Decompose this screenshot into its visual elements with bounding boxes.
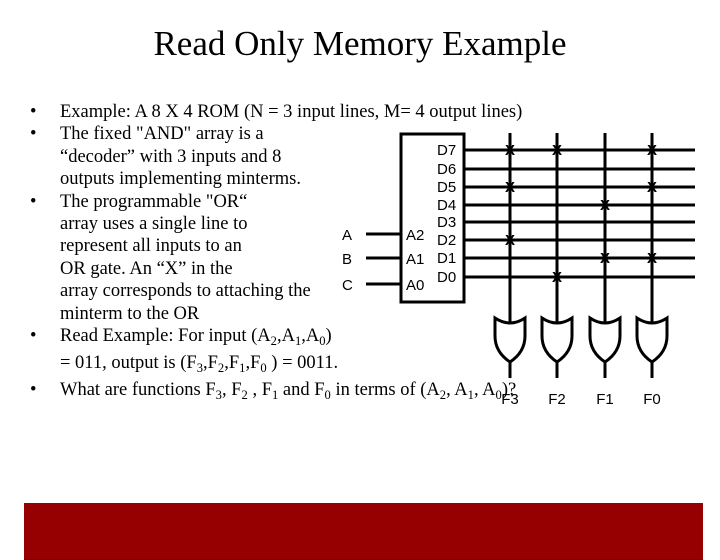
input-label-b: B [342,251,352,268]
output-label-f3: F3 [501,391,519,408]
connection-x-f1-d4: X [600,197,610,214]
output-label-f1: F1 [596,391,614,408]
or-gate-f2 [540,315,574,364]
decoder-input-label-a2: A2 [406,227,424,244]
decoder-input-label-a1: A1 [406,251,424,268]
connection-x-f3-d5: X [505,179,515,196]
connection-x-f0-d5: X [647,179,657,196]
decoder-output-label-d2: D2 [437,232,456,249]
decoder-output-label-d5: D5 [437,179,456,196]
connection-x-f1-d1: X [600,250,610,267]
connection-x-f0-d7: X [647,142,657,159]
connection-x-f2-d7: X [552,142,562,159]
connection-x-f2-d0: X [552,269,562,286]
output-label-f0: F0 [643,391,661,408]
or-gate-f3 [493,315,527,364]
footer-bar [24,503,703,560]
rom-diagram: D7 D6D5D4D3D2D1 D0 A2 A1 A0 ABC F3 X X X F2 X X F1 X X F0… [342,132,695,408]
decoder-input-label-a0: A0 [406,277,424,294]
decoder-output-label-d7: D7 [437,142,456,159]
or-gate-f0 [635,315,669,364]
decoder-output-label-d1: D1 [437,250,456,267]
connection-x-f3-d7: X [505,142,515,159]
connection-x-f0-d1: X [647,250,657,267]
decoder-output-label-d3: D3 [437,214,456,231]
decoder-output-label-d6: D6 [437,161,456,178]
or-gate-f1 [588,315,622,364]
input-label-c: C [342,277,353,294]
connection-x-f3-d2: X [505,232,515,249]
output-label-f2: F2 [548,391,566,408]
decoder-output-label-d4: D4 [437,197,456,214]
decoder-output-label-d0: D0 [437,269,456,286]
input-label-a: A [342,227,352,244]
